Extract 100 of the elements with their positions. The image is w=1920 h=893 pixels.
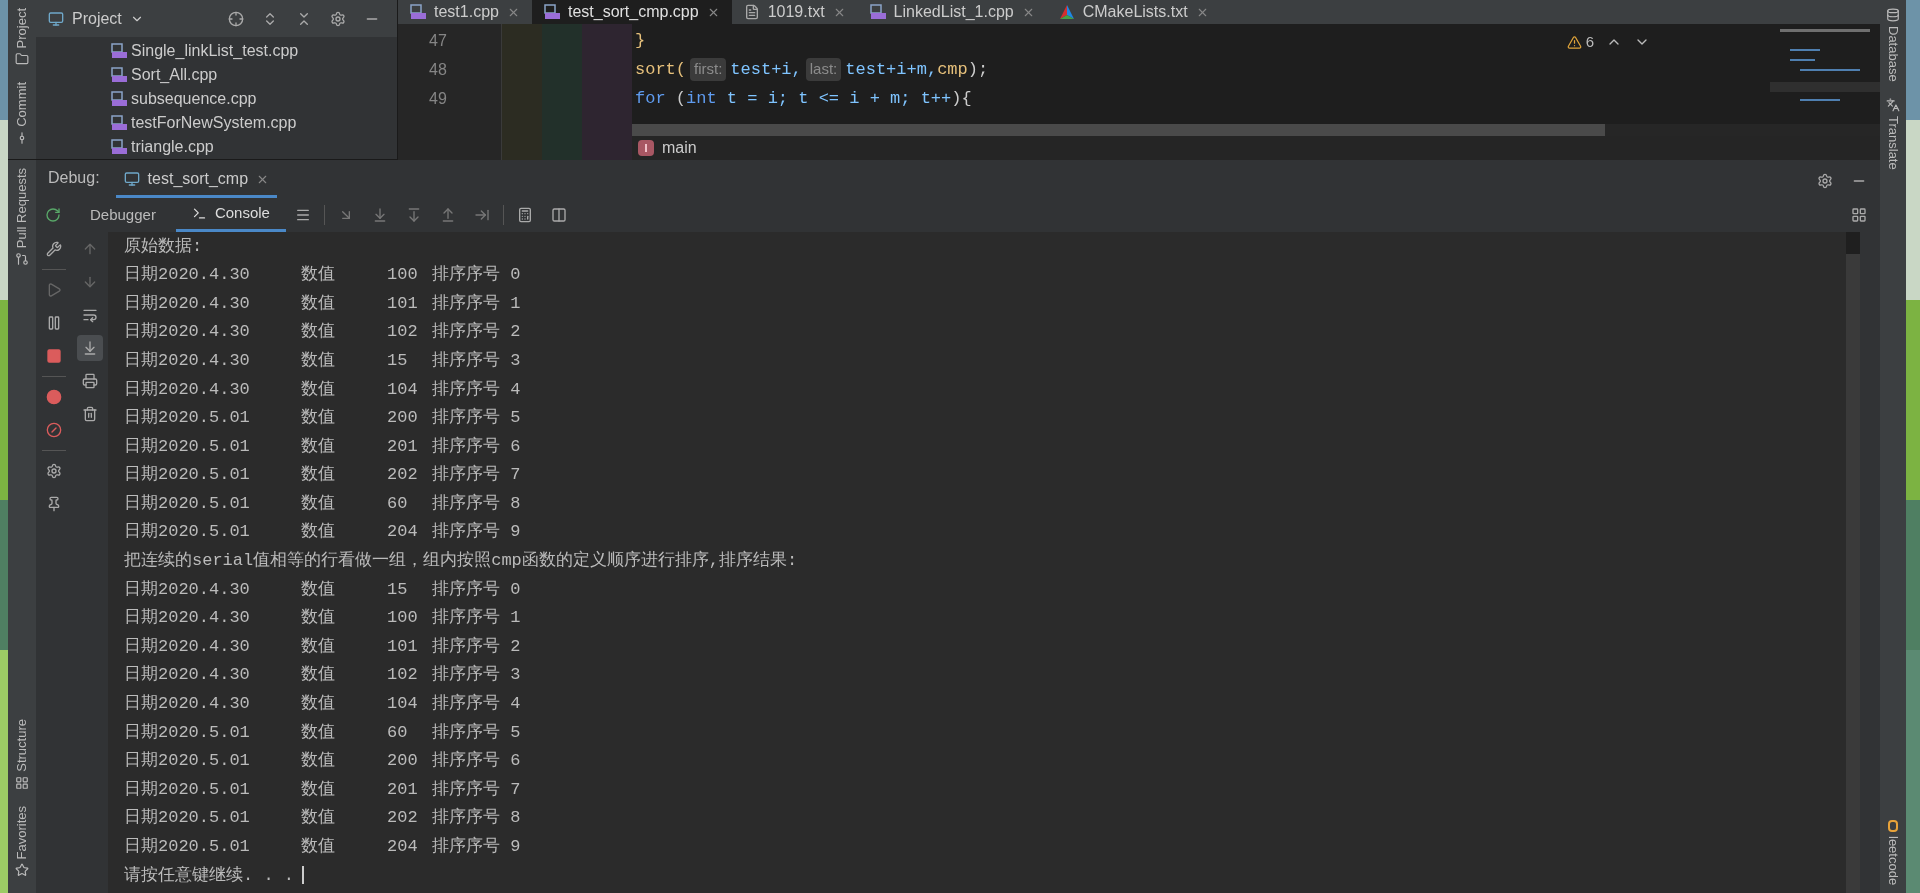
code-token: test+i, (730, 58, 802, 81)
vertical-scrollbar[interactable] (1846, 232, 1860, 254)
cpp-file-icon (543, 4, 560, 20)
order-text: 排序序号 7 (432, 778, 521, 801)
order-text: 排序序号 4 (432, 378, 521, 401)
tool-window-button[interactable]: Project (12, 0, 32, 75)
value-text: 104 (387, 693, 419, 716)
value-text: 104 (387, 378, 419, 401)
value-label: 数值 (301, 635, 336, 658)
tool-window-button[interactable]: Commit (12, 74, 32, 154)
date-text: 日期2020.4.30 (124, 578, 251, 601)
debug-session-tab[interactable]: test_sort_cmp (115, 167, 278, 198)
tool-window-button[interactable]: Favorites (12, 797, 32, 885)
date-text: 日期2020.5.01 (124, 836, 251, 858)
terminal-icon (191, 206, 207, 221)
value-text: 202 (387, 807, 419, 830)
value-label: 数值 (301, 607, 336, 630)
date-text: 日期2020.4.30 (124, 264, 251, 287)
breadcrumb-item[interactable]: main (662, 136, 697, 160)
warning-count[interactable]: 6 (1566, 30, 1594, 54)
order-text: 排序序号 1 (432, 606, 521, 630)
scroll-to-end-icon[interactable] (77, 335, 103, 361)
value-label: 数值 (301, 292, 336, 315)
value-text: 200 (387, 750, 419, 773)
value-label: 数值 (301, 464, 336, 487)
debug-label: Debug: (48, 168, 100, 188)
value-label: 数值 (301, 693, 336, 716)
date-text: 日期2020.4.30 (124, 321, 251, 344)
value-label: 数值 (301, 807, 336, 830)
value-text: 101 (387, 292, 419, 315)
date-text: 日期2020.5.01 (124, 464, 251, 487)
code-token: ){ (951, 87, 972, 110)
order-text: 排序序号 2 (432, 320, 521, 344)
value-text: 200 (387, 407, 419, 430)
editor-tab[interactable]: LinkedList_1.cpp (857, 0, 1047, 24)
parameter-hint: last: (805, 58, 842, 81)
tool-window-button[interactable]: Pull Requests (12, 160, 32, 275)
value-label: 数值 (301, 836, 336, 858)
tool-window-button[interactable]: Translate (1883, 89, 1903, 178)
cpp-file-icon (410, 4, 426, 20)
value-label: 数值 (301, 492, 336, 515)
date-text: 日期2020.4.30 (124, 635, 251, 658)
cpp-file-icon (111, 139, 127, 155)
date-text: 日期2020.5.01 (124, 521, 251, 544)
value-label: 数值 (301, 407, 336, 430)
order-text: 排序序号 9 (432, 520, 521, 544)
project-view-dropdown[interactable]: Project (72, 6, 144, 31)
order-text: 排序序号 8 (432, 806, 521, 830)
order-text: 排序序号 0 (432, 578, 521, 601)
file-tree-item[interactable]: Sort_All.cpp (111, 63, 397, 87)
value-label: 数值 (301, 750, 336, 773)
date-text: 日期2020.4.30 (124, 693, 251, 716)
parameter-hint: first: (690, 58, 727, 81)
console-text: 原始数据: (124, 235, 203, 258)
order-text: 排序序号 6 (432, 749, 521, 773)
warning-icon (1566, 34, 1582, 50)
date-text: 日期2020.5.01 (124, 435, 251, 458)
value-label: 数值 (301, 321, 336, 344)
editor-tab[interactable]: test_sort_cmp.cpp (531, 0, 732, 24)
editor-tab[interactable]: 1019.txt (731, 0, 858, 24)
date-text: 日期2020.4.30 (124, 349, 251, 372)
star-icon (15, 863, 29, 877)
debug-tab[interactable]: Debugger (74, 198, 172, 232)
console-prompt: 请按任意键继续. . . (124, 864, 294, 887)
date-text: 日期2020.5.01 (124, 778, 251, 801)
code-token: for (635, 87, 666, 110)
value-label: 数值 (301, 778, 336, 801)
order-text: 排序序号 7 (432, 463, 521, 487)
file-tree-item[interactable]: triangle.cpp (111, 135, 397, 159)
editor-tab[interactable]: CMakeLists.txt (1046, 0, 1221, 24)
line-number: 48 (429, 59, 447, 80)
file-tree-item[interactable]: subsequence.cpp (111, 87, 397, 111)
translate-icon (1886, 97, 1900, 112)
tool-window-button[interactable]: Structure (12, 710, 32, 798)
value-text: 100 (387, 264, 419, 287)
order-text: 排序序号 5 (432, 721, 521, 744)
date-text: 日期2020.5.01 (124, 721, 251, 744)
file-tree-item[interactable]: testForNewSystem.cpp (111, 111, 397, 135)
database-icon (1886, 8, 1900, 22)
order-text: 排序序号 1 (432, 292, 521, 315)
value-text: 60 (387, 492, 409, 515)
file-tree-item[interactable]: Single_linkList_test.cpp (111, 39, 397, 63)
panel-icon (48, 10, 64, 27)
order-text: 排序序号 6 (432, 435, 521, 458)
order-text: 排序序号 9 (432, 835, 521, 858)
order-text: 排序序号 3 (432, 663, 521, 687)
horizontal-scrollbar[interactable] (632, 124, 1606, 136)
tool-window-button[interactable]: Database (1883, 0, 1903, 90)
value-label: 数值 (301, 664, 336, 687)
code-token: ); (967, 58, 989, 81)
value-text: 102 (387, 664, 419, 687)
structure-icon (15, 775, 29, 790)
editor-tab[interactable]: test1.cpp (398, 0, 532, 24)
value-text: 102 (387, 321, 419, 344)
order-text: 排序序号 8 (432, 492, 521, 515)
text-cursor (302, 866, 304, 885)
value-label: 数值 (301, 349, 336, 372)
value-label: 数值 (301, 578, 336, 601)
code-token: t = i; t <= i + m; t++ (725, 87, 952, 110)
tool-window-button[interactable]: leetcode (1883, 819, 1903, 885)
